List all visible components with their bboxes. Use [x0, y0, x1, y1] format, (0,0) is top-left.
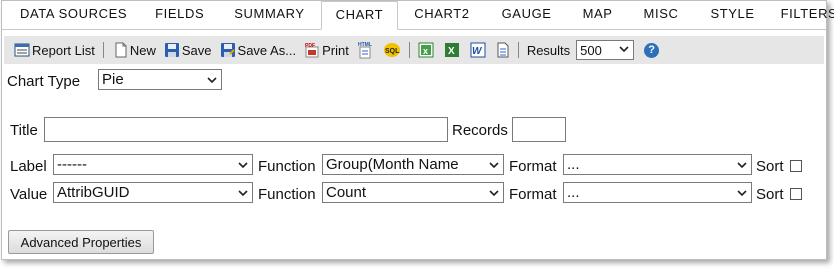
chevron-down-icon [618, 43, 630, 58]
report-designer-panel: DATA SOURCES FIELDS SUMMARY CHART CHART2… [1, 0, 834, 260]
save-as-button[interactable]: Save As... [220, 39, 297, 61]
new-document-icon [114, 42, 128, 58]
svg-text:W: W [472, 46, 483, 57]
tab-chart2[interactable]: CHART2 [398, 1, 485, 28]
chart-type-label: Chart Type [7, 73, 81, 90]
report-list-icon [14, 42, 30, 58]
value-function-value: Count [326, 184, 367, 201]
save-as-icon [220, 42, 236, 58]
sql-icon: SQL [383, 42, 401, 58]
label-format-label: Format [509, 158, 557, 175]
value-format-value: ... [567, 184, 580, 201]
tab-data-sources[interactable]: DATA SOURCES [2, 1, 141, 28]
value-field-value: AttribGUID [57, 184, 130, 201]
excel-icon: X [444, 42, 460, 58]
excel-csv-icon: x [418, 42, 434, 58]
title-input[interactable] [44, 117, 448, 142]
report-list-button[interactable]: Report List [14, 39, 95, 61]
chart-type-select[interactable]: Pie [98, 69, 222, 90]
results-value: 500 [580, 42, 602, 58]
export-sql-button[interactable]: SQL [383, 39, 401, 61]
results-label: Results [527, 39, 570, 61]
toolbar: Report List New Save Save As... PDF Prin [4, 36, 824, 64]
label-function-value: Group(Month Name [326, 156, 459, 173]
toolbar-divider [102, 42, 104, 58]
toolbar-divider [517, 42, 519, 58]
tab-chart[interactable]: CHART [320, 1, 399, 30]
floppy-disk-icon [164, 42, 180, 58]
print-label: Print [322, 42, 349, 58]
value-function-label: Function [258, 186, 316, 203]
chevron-down-icon [236, 186, 250, 200]
svg-text:X: X [448, 46, 455, 57]
label-sort-label: Sort [756, 158, 784, 175]
advanced-properties-button[interactable]: Advanced Properties [8, 230, 154, 254]
new-button[interactable]: New [114, 39, 156, 61]
label-field-select[interactable]: ------ [53, 154, 253, 175]
print-button[interactable]: PDF Print [304, 39, 349, 61]
chevron-down-icon [735, 158, 749, 172]
value-field-select[interactable]: AttribGUID [53, 182, 253, 203]
report-list-label: Report List [32, 42, 95, 58]
title-label: Title [10, 122, 38, 139]
results-select[interactable]: 500 [576, 40, 635, 60]
svg-text:SQL: SQL [385, 48, 400, 55]
word-icon: W [470, 42, 486, 58]
label-row-label: Label [10, 158, 47, 175]
chevron-down-icon [236, 158, 250, 172]
chevron-down-icon [735, 186, 749, 200]
value-sort-label: Sort [756, 186, 784, 203]
tab-misc[interactable]: MISC [628, 1, 695, 28]
save-button[interactable]: Save [164, 39, 212, 61]
save-label: Save [181, 42, 212, 58]
pdf-icon: PDF [304, 42, 320, 58]
value-format-label: Format [509, 186, 557, 203]
tab-bar: DATA SOURCES FIELDS SUMMARY CHART CHART2… [2, 1, 834, 30]
chevron-down-icon [205, 73, 219, 87]
export-html-button[interactable]: HTML [357, 39, 373, 61]
chart-type-value: Pie [102, 71, 124, 88]
svg-text:x: x [423, 46, 428, 56]
tab-map[interactable]: MAP [568, 1, 628, 28]
label-function-label: Function [258, 158, 316, 175]
tab-gauge[interactable]: GAUGE [486, 1, 568, 28]
tab-fields[interactable]: FIELDS [141, 1, 218, 28]
tab-summary[interactable]: SUMMARY [218, 1, 320, 28]
document-icon [496, 42, 510, 58]
tab-filters[interactable]: FILTERS [771, 1, 834, 28]
tab-style[interactable]: STYLE [694, 1, 770, 28]
export-excel-csv-button[interactable]: x [418, 39, 434, 61]
label-field-value: ------ [57, 156, 87, 173]
label-format-select[interactable]: ... [563, 154, 752, 175]
html-icon: HTML [357, 41, 373, 59]
records-label: Records [452, 122, 508, 139]
label-format-value: ... [567, 156, 580, 173]
records-input[interactable] [512, 117, 566, 142]
new-label: New [129, 42, 156, 58]
value-sort-checkbox[interactable] [790, 188, 802, 200]
label-function-select[interactable]: Group(Month Name [322, 154, 504, 175]
export-text-button[interactable] [496, 39, 510, 61]
toolbar-divider [408, 42, 410, 58]
results-label-text: Results [526, 42, 571, 58]
help-icon[interactable]: ? [644, 42, 660, 58]
export-excel-button[interactable]: X [444, 39, 460, 61]
value-format-select[interactable]: ... [563, 182, 752, 203]
export-word-button[interactable]: W [470, 39, 486, 61]
label-sort-checkbox[interactable] [790, 160, 802, 172]
value-function-select[interactable]: Count [322, 182, 504, 203]
chevron-down-icon [487, 186, 501, 200]
chevron-down-icon [487, 158, 501, 172]
value-row-label: Value [10, 186, 48, 203]
save-as-label: Save As... [237, 42, 297, 58]
svg-text:PDF: PDF [305, 43, 315, 49]
